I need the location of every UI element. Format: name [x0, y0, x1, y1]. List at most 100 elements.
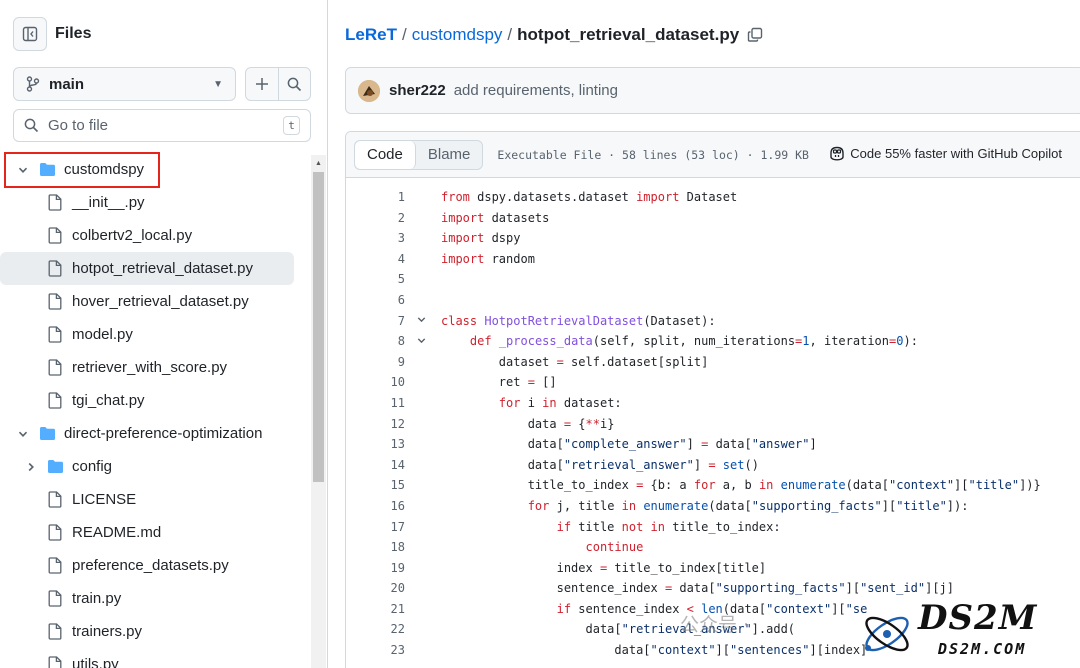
code-text: if sentence_index < len(data["context"][… — [556, 601, 868, 616]
file-tree-sidebar: Files main ▼ Go to file t customdspy __i… — [0, 0, 328, 668]
scroll-up-arrow[interactable]: ▲ — [313, 157, 324, 169]
file-meta-info: Executable File · 58 lines (53 loc) · 1.… — [497, 147, 809, 162]
file-icon — [46, 260, 64, 278]
tree-folder-item[interactable]: customdspy — [0, 153, 310, 186]
file-icon — [46, 293, 64, 311]
line-number[interactable]: 18 — [346, 537, 405, 558]
tree-file-item[interactable]: __init__.py — [0, 186, 310, 219]
line-number[interactable]: 6 — [346, 290, 405, 311]
search-files-button[interactable] — [277, 68, 311, 100]
code-line: 2 import datasets — [346, 208, 1080, 229]
tree-file-item[interactable]: tgi_chat.py — [0, 384, 310, 417]
code-text: import datasets — [441, 210, 550, 225]
line-number[interactable]: 11 — [346, 393, 405, 414]
code-text: sentence_index = data["supporting_facts"… — [441, 581, 954, 596]
code-line: 19 index = title_to_index[title] — [346, 558, 1080, 579]
chevron-down-icon[interactable] — [16, 428, 30, 440]
tree-folder-item[interactable]: config — [0, 450, 310, 483]
line-number[interactable]: 23 — [346, 640, 405, 661]
tab-blame[interactable]: Blame — [416, 141, 483, 169]
tree-item-label: hotpot_retrieval_dataset.py — [72, 260, 253, 277]
chevron-down-icon[interactable] — [16, 164, 30, 176]
tree-file-item[interactable]: LICENSE — [0, 483, 310, 516]
file-icon — [46, 392, 64, 410]
line-number[interactable]: 1 — [346, 187, 405, 208]
line-number[interactable]: 7 — [346, 311, 405, 332]
commit-author[interactable]: sher222 — [389, 82, 446, 99]
sidebar-scrollbar-thumb[interactable] — [313, 172, 324, 482]
fold-chevron-icon[interactable] — [414, 311, 428, 332]
branch-selector-button[interactable]: main ▼ — [13, 67, 236, 101]
collapse-sidebar-button[interactable] — [13, 17, 47, 51]
breadcrumb: LeReT / customdspy / hotpot_retrieval_da… — [345, 22, 763, 48]
add-file-button[interactable] — [246, 68, 278, 100]
tree-file-item[interactable]: train.py — [0, 582, 310, 615]
tree-item-label: train.py — [72, 590, 122, 607]
line-number[interactable]: 3 — [346, 228, 405, 249]
tree-file-item[interactable]: colbertv2_local.py — [0, 219, 310, 252]
copy-path-button[interactable] — [747, 27, 763, 43]
tree-item-label: utils.py — [72, 656, 119, 668]
code-text: def _process_data(self, split, num_itera… — [469, 334, 918, 349]
code-text: data["context"]["sentences"][index] — [441, 643, 868, 658]
avatar[interactable] — [358, 79, 380, 102]
code-line: 15 title_to_index = {b: a for a, b in en… — [346, 475, 1080, 496]
copilot-promo-link[interactable]: Code 55% faster with GitHub Copilot — [829, 146, 1062, 161]
line-number[interactable]: 12 — [346, 414, 405, 435]
line-number[interactable]: 2 — [346, 208, 405, 229]
code-text: class HotpotRetrievalDataset(Dataset): — [441, 313, 716, 328]
line-number[interactable]: 21 — [346, 599, 405, 620]
breadcrumb-separator: / — [401, 25, 407, 44]
go-to-file-placeholder: Go to file — [48, 117, 109, 134]
tree-item-label: preference_datasets.py — [72, 557, 229, 574]
code-line: 21 if sentence_index < len(data["context… — [346, 599, 1080, 620]
line-number[interactable]: 15 — [346, 475, 405, 496]
tab-code[interactable]: Code — [355, 140, 416, 169]
tree-folder-item[interactable]: direct-preference-optimization — [0, 417, 310, 450]
fold-chevron-icon[interactable] — [414, 331, 428, 352]
tree-file-item[interactable]: retriever_with_score.py — [0, 351, 310, 384]
tree-item-label: retriever_with_score.py — [72, 359, 228, 376]
line-number[interactable]: 9 — [346, 352, 405, 373]
tree-file-item[interactable]: model.py — [0, 318, 310, 351]
code-line: 17 if title not in title_to_index: — [346, 517, 1080, 538]
code-text: index = title_to_index[title] — [441, 560, 767, 575]
breadcrumb-folder-link[interactable]: customdspy — [412, 25, 503, 45]
tree-file-item[interactable]: hover_retrieval_dataset.py — [0, 285, 310, 318]
tree-item-label: config — [72, 458, 113, 475]
files-header: Files — [13, 17, 91, 51]
line-number[interactable]: 13 — [346, 434, 405, 455]
file-icon — [46, 194, 64, 212]
file-actions-group — [245, 67, 311, 101]
line-number[interactable]: 17 — [346, 517, 405, 538]
commit-message[interactable]: add requirements, linting — [454, 82, 618, 99]
branch-toolbar: main ▼ — [13, 67, 311, 101]
chevron-right-icon[interactable] — [24, 461, 38, 473]
line-number[interactable]: 16 — [346, 496, 405, 517]
line-number[interactable]: 20 — [346, 578, 405, 599]
breadcrumb-repo-link[interactable]: LeReT — [345, 25, 397, 45]
tree-file-item[interactable]: utils.py — [0, 648, 310, 668]
search-icon — [287, 77, 301, 91]
tree-item-label: colbertv2_local.py — [72, 227, 193, 244]
line-number[interactable]: 5 — [346, 269, 405, 290]
go-to-file-input[interactable]: Go to file t — [13, 109, 311, 142]
line-number[interactable]: 19 — [346, 558, 405, 579]
tree-item-label: __init__.py — [72, 194, 145, 211]
line-number[interactable]: 8 — [346, 331, 405, 352]
line-number[interactable]: 22 — [346, 619, 405, 640]
tree-item-label: direct-preference-optimization — [64, 425, 263, 442]
file-icon — [46, 557, 64, 575]
line-number[interactable]: 14 — [346, 455, 405, 476]
code-line: 22 data["retrieval_answer"].add( — [346, 619, 1080, 640]
tree-file-item[interactable]: trainers.py — [0, 615, 310, 648]
file-icon — [46, 656, 64, 668]
line-number[interactable]: 4 — [346, 249, 405, 270]
tree-file-item[interactable]: README.md — [0, 516, 310, 549]
code-line: 20 sentence_index = data["supporting_fac… — [346, 578, 1080, 599]
line-number[interactable]: 10 — [346, 372, 405, 393]
branch-name: main — [49, 75, 85, 93]
tree-file-item[interactable]: preference_datasets.py — [0, 549, 310, 582]
tree-file-item[interactable]: hotpot_retrieval_dataset.py — [0, 252, 294, 285]
file-icon — [46, 227, 64, 245]
